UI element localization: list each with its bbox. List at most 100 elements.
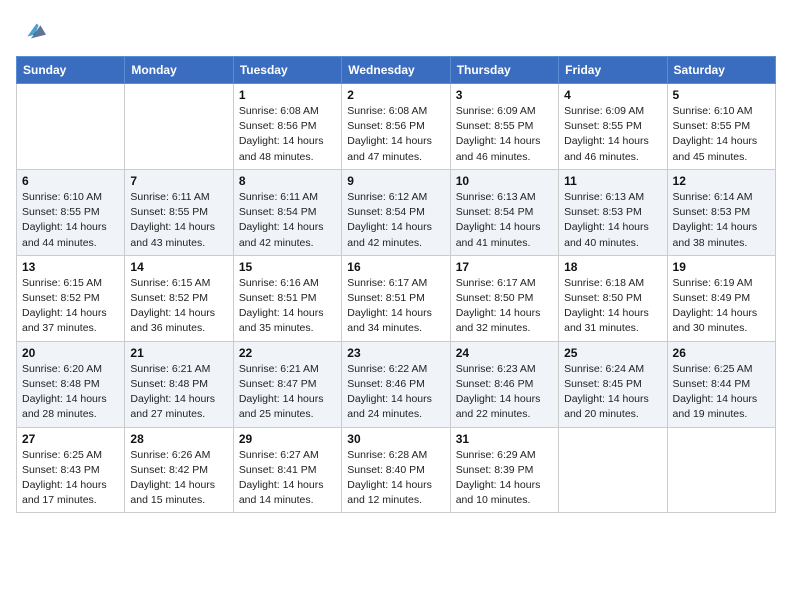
logo (16, 16, 46, 44)
day-number: 18 (564, 260, 661, 274)
calendar-cell: 14 Sunrise: 6:15 AMSunset: 8:52 PMDayligh… (125, 255, 233, 341)
calendar-cell: 3 Sunrise: 6:09 AMSunset: 8:55 PMDaylight… (450, 84, 558, 170)
calendar-week-row: 27 Sunrise: 6:25 AMSunset: 8:43 PMDayligh… (17, 427, 776, 513)
day-number: 10 (456, 174, 553, 188)
calendar-cell: 4Sunrise: 6:09 AMSunset: 8:55 PMDaylight… (559, 84, 667, 170)
weekday-header: Saturday (667, 57, 775, 84)
day-number: 14 (130, 260, 227, 274)
day-number: 25 (564, 346, 661, 360)
day-info: Sunrise: 6:08 AMSunset: 8:56 PMDaylight:… (239, 104, 336, 165)
day-info: Sunrise: 6:15 AMSunset: 8:52 PMDaylight:… (22, 276, 119, 337)
calendar-cell: 16 Sunrise: 6:17 AMSunset: 8:51 PMDayligh… (342, 255, 450, 341)
calendar-cell: 23Sunrise: 6:22 AMSunset: 8:46 PMDayligh… (342, 341, 450, 427)
calendar-cell (125, 84, 233, 170)
calendar-cell: 1 Sunrise: 6:08 AMSunset: 8:56 PMDaylight… (233, 84, 341, 170)
calendar-cell: 26 Sunrise: 6:25 AMSunset: 8:44 PMDayligh… (667, 341, 775, 427)
calendar-cell: 17 Sunrise: 6:17 AMSunset: 8:50 PMDayligh… (450, 255, 558, 341)
day-info: Sunrise: 6:21 AMSunset: 8:48 PMDaylight:… (130, 362, 227, 423)
weekday-header: Wednesday (342, 57, 450, 84)
day-info: Sunrise: 6:25 AMSunset: 8:43 PMDaylight:… (22, 448, 119, 509)
day-info: Sunrise: 6:16 AMSunset: 8:51 PMDaylight:… (239, 276, 336, 337)
calendar-cell: 24 Sunrise: 6:23 AMSunset: 8:46 PMDayligh… (450, 341, 558, 427)
day-info: Sunrise: 6:27 AMSunset: 8:41 PMDaylight:… (239, 448, 336, 509)
day-info: Sunrise: 6:10 AMSunset: 8:55 PMDaylight:… (22, 190, 119, 251)
day-info: Sunrise: 6:11 AMSunset: 8:55 PMDaylight:… (130, 190, 227, 251)
day-number: 11 (564, 174, 661, 188)
calendar-cell: 30 Sunrise: 6:28 AMSunset: 8:40 PMDayligh… (342, 427, 450, 513)
calendar-cell: 6 Sunrise: 6:10 AMSunset: 8:55 PMDaylight… (17, 169, 125, 255)
day-number: 13 (22, 260, 119, 274)
day-info: Sunrise: 6:25 AMSunset: 8:44 PMDaylight:… (673, 362, 770, 423)
calendar-cell: 18 Sunrise: 6:18 AMSunset: 8:50 PMDayligh… (559, 255, 667, 341)
day-number: 16 (347, 260, 444, 274)
day-info: Sunrise: 6:17 AMSunset: 8:51 PMDaylight:… (347, 276, 444, 337)
day-number: 20 (22, 346, 119, 360)
weekday-header: Thursday (450, 57, 558, 84)
day-info: Sunrise: 6:13 AMSunset: 8:53 PMDaylight:… (564, 190, 661, 251)
day-number: 15 (239, 260, 336, 274)
day-number: 30 (347, 432, 444, 446)
day-number: 24 (456, 346, 553, 360)
page-header (16, 16, 776, 44)
day-info: Sunrise: 6:28 AMSunset: 8:40 PMDaylight:… (347, 448, 444, 509)
day-number: 22 (239, 346, 336, 360)
day-number: 27 (22, 432, 119, 446)
day-info: Sunrise: 6:20 AMSunset: 8:48 PMDaylight:… (22, 362, 119, 423)
weekday-header: Sunday (17, 57, 125, 84)
day-number: 12 (673, 174, 770, 188)
calendar-week-row: 20 Sunrise: 6:20 AMSunset: 8:48 PMDayligh… (17, 341, 776, 427)
day-number: 2 (347, 88, 444, 102)
day-number: 29 (239, 432, 336, 446)
day-info: Sunrise: 6:09 AMSunset: 8:55 PMDaylight:… (456, 104, 553, 165)
day-number: 9 (347, 174, 444, 188)
calendar-cell: 2Sunrise: 6:08 AMSunset: 8:56 PMDaylight… (342, 84, 450, 170)
day-info: Sunrise: 6:29 AMSunset: 8:39 PMDaylight:… (456, 448, 553, 509)
day-info: Sunrise: 6:14 AMSunset: 8:53 PMDaylight:… (673, 190, 770, 251)
calendar-cell: 13 Sunrise: 6:15 AMSunset: 8:52 PMDayligh… (17, 255, 125, 341)
calendar-cell: 25Sunrise: 6:24 AMSunset: 8:45 PMDayligh… (559, 341, 667, 427)
day-info: Sunrise: 6:22 AMSunset: 8:46 PMDaylight:… (347, 362, 444, 423)
logo-icon (18, 16, 46, 44)
calendar-table: SundayMondayTuesdayWednesdayThursdayFrid… (16, 56, 776, 513)
day-number: 19 (673, 260, 770, 274)
calendar-cell: 28 Sunrise: 6:26 AMSunset: 8:42 PMDayligh… (125, 427, 233, 513)
day-number: 6 (22, 174, 119, 188)
calendar-cell: 31 Sunrise: 6:29 AMSunset: 8:39 PMDayligh… (450, 427, 558, 513)
calendar-cell: 8Sunrise: 6:11 AMSunset: 8:54 PMDaylight… (233, 169, 341, 255)
day-number: 28 (130, 432, 227, 446)
calendar-cell: 10Sunrise: 6:13 AMSunset: 8:54 PMDayligh… (450, 169, 558, 255)
day-info: Sunrise: 6:21 AMSunset: 8:47 PMDaylight:… (239, 362, 336, 423)
calendar-cell (559, 427, 667, 513)
day-info: Sunrise: 6:19 AMSunset: 8:49 PMDaylight:… (673, 276, 770, 337)
day-info: Sunrise: 6:26 AMSunset: 8:42 PMDaylight:… (130, 448, 227, 509)
calendar-week-row: 13 Sunrise: 6:15 AMSunset: 8:52 PMDayligh… (17, 255, 776, 341)
day-number: 3 (456, 88, 553, 102)
day-info: Sunrise: 6:11 AMSunset: 8:54 PMDaylight:… (239, 190, 336, 251)
calendar-cell: 7 Sunrise: 6:11 AMSunset: 8:55 PMDaylight… (125, 169, 233, 255)
day-number: 21 (130, 346, 227, 360)
calendar-cell: 27 Sunrise: 6:25 AMSunset: 8:43 PMDayligh… (17, 427, 125, 513)
day-number: 5 (673, 88, 770, 102)
day-info: Sunrise: 6:17 AMSunset: 8:50 PMDaylight:… (456, 276, 553, 337)
calendar-cell: 12 Sunrise: 6:14 AMSunset: 8:53 PMDayligh… (667, 169, 775, 255)
weekday-header: Friday (559, 57, 667, 84)
day-number: 1 (239, 88, 336, 102)
day-info: Sunrise: 6:12 AMSunset: 8:54 PMDaylight:… (347, 190, 444, 251)
calendar-cell (17, 84, 125, 170)
day-info: Sunrise: 6:23 AMSunset: 8:46 PMDaylight:… (456, 362, 553, 423)
day-info: Sunrise: 6:15 AMSunset: 8:52 PMDaylight:… (130, 276, 227, 337)
day-number: 26 (673, 346, 770, 360)
day-number: 7 (130, 174, 227, 188)
calendar-cell: 9 Sunrise: 6:12 AMSunset: 8:54 PMDaylight… (342, 169, 450, 255)
day-info: Sunrise: 6:09 AMSunset: 8:55 PMDaylight:… (564, 104, 661, 165)
calendar-cell: 19 Sunrise: 6:19 AMSunset: 8:49 PMDayligh… (667, 255, 775, 341)
calendar-cell: 22 Sunrise: 6:21 AMSunset: 8:47 PMDayligh… (233, 341, 341, 427)
calendar-cell: 15 Sunrise: 6:16 AMSunset: 8:51 PMDayligh… (233, 255, 341, 341)
day-info: Sunrise: 6:18 AMSunset: 8:50 PMDaylight:… (564, 276, 661, 337)
day-number: 17 (456, 260, 553, 274)
calendar-cell: 20 Sunrise: 6:20 AMSunset: 8:48 PMDayligh… (17, 341, 125, 427)
day-number: 31 (456, 432, 553, 446)
calendar-week-row: 1 Sunrise: 6:08 AMSunset: 8:56 PMDaylight… (17, 84, 776, 170)
weekday-header: Tuesday (233, 57, 341, 84)
calendar-cell: 11 Sunrise: 6:13 AMSunset: 8:53 PMDayligh… (559, 169, 667, 255)
